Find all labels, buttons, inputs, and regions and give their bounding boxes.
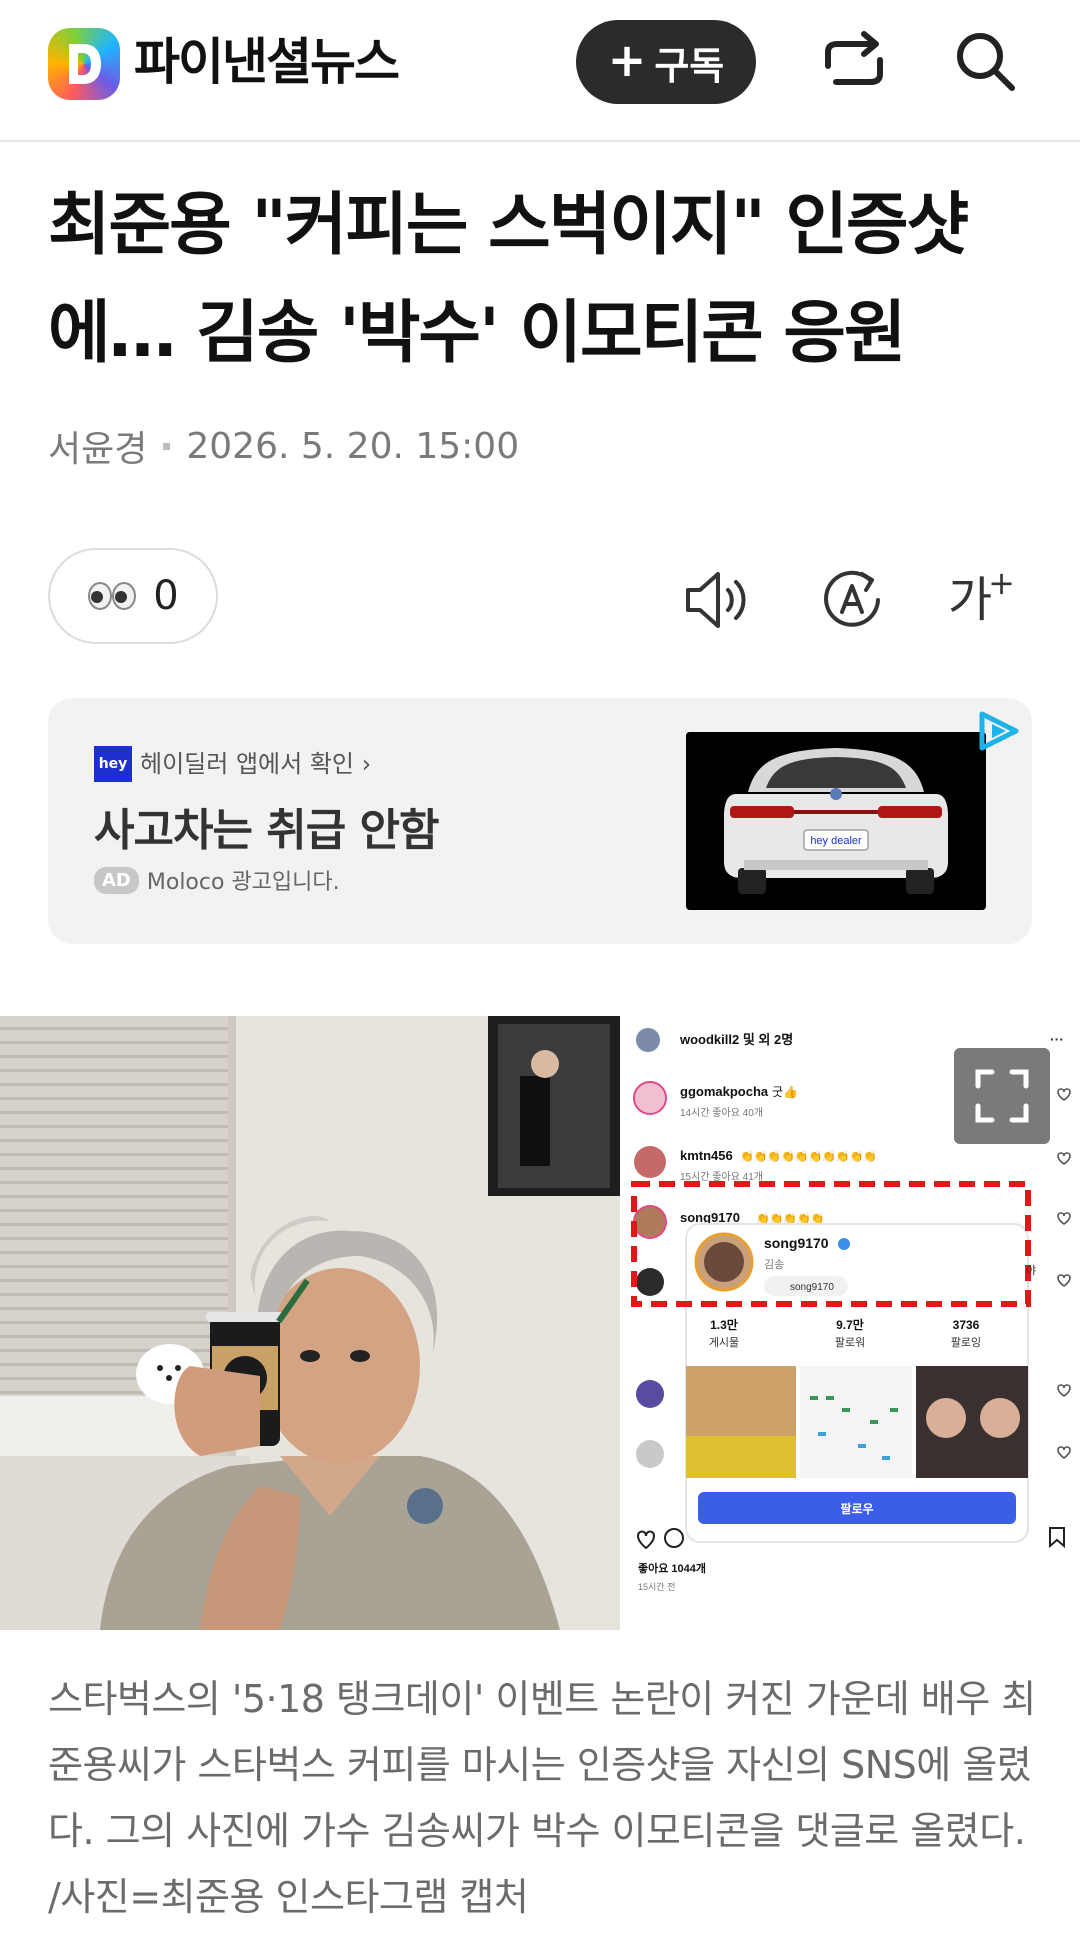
ig-stat-label-2: 팔로워: [835, 1336, 865, 1349]
ig-profile-username: song9170: [764, 1235, 829, 1251]
ad-source[interactable]: 헤이딜러 앱에서 확인 ›: [140, 746, 371, 782]
ig-time: 15시간 전: [638, 1582, 675, 1592]
logo-letter-icon: [69, 44, 101, 84]
ig-follow-button: 팔로우: [840, 1501, 873, 1516]
search-icon[interactable]: [950, 26, 1022, 98]
car-illustration: hey dealer: [686, 732, 986, 910]
eyes-icon: [88, 582, 137, 610]
license-plate-text: hey dealer: [810, 835, 862, 847]
share-icon[interactable]: [818, 26, 890, 98]
ig-stat-value-3: 3736: [953, 1318, 980, 1332]
subscribe-label: 구독: [654, 43, 725, 88]
plus-icon: +: [607, 33, 647, 87]
ig-profile-threads: song9170: [790, 1282, 834, 1293]
ig-comment-text-1: 굿👍: [772, 1085, 798, 1099]
font-size-icon[interactable]: 가+: [948, 562, 1024, 638]
ad-car-image[interactable]: hey dealer: [686, 732, 986, 910]
photo-caption: 스타벅스의 '5·18 탱크데이' 이벤트 논란이 커진 가운데 배우 최준용씨…: [48, 1677, 1036, 1919]
adchoices-icon[interactable]: [974, 708, 1024, 754]
article-photo[interactable]: woodkill2 및 외 2명 ··· ggomakpocha 굿👍 14시간…: [0, 1016, 1080, 1630]
ig-comment-meta-1: 14시간 좋아요 40개: [680, 1107, 763, 1119]
ig-profile-name: 김송: [764, 1258, 784, 1271]
brand-logo[interactable]: [48, 28, 120, 100]
ig-likes: 좋아요 1044개: [638, 1561, 706, 1575]
expand-photo-icon[interactable]: [954, 1048, 1050, 1144]
hey-dealer-logo: hey: [94, 746, 132, 782]
author-name[interactable]: 서윤경: [48, 420, 147, 472]
subscribe-button[interactable]: + 구독: [576, 20, 756, 104]
reaction-button[interactable]: 0: [48, 548, 218, 644]
ad-disclosure: AD Moloco 광고입니다.: [94, 864, 340, 896]
ig-comment-user-3: song9170: [680, 1210, 740, 1225]
speaker-icon[interactable]: [680, 562, 756, 638]
font-size-label: 가: [948, 572, 993, 628]
publish-datetime: 2026. 5. 20. 15:00: [186, 425, 520, 467]
ad-chip: AD: [94, 866, 139, 894]
ig-header-text: woodkill2 및 외 2명: [679, 1032, 793, 1047]
translate-icon[interactable]: [814, 562, 890, 638]
app-header: 파이낸셜뉴스 + 구독: [0, 0, 1080, 142]
byline: 서윤경 2026. 5. 20. 15:00: [48, 420, 519, 472]
ig-more-icon: ···: [1050, 1031, 1064, 1047]
reaction-count: 0: [153, 573, 179, 619]
brand-name[interactable]: 파이낸셜뉴스: [134, 30, 400, 94]
photo-left-person: [0, 1016, 620, 1630]
separator-dot: [163, 442, 171, 450]
ad-disclosure-text: Moloco 광고입니다.: [146, 870, 340, 895]
ig-comment-user-2: kmtn456: [680, 1148, 733, 1163]
ig-stat-value-1: 1.3만: [710, 1317, 738, 1332]
article-title: 최준용 "커피는 스벅이지" 인증샷에… 김송 '박수' 이모티콘 응원: [48, 186, 969, 373]
ig-stat-label-1: 게시물: [709, 1336, 739, 1349]
ad-banner[interactable]: hey 헤이딜러 앱에서 확인 › 사고차는 취급 안함 AD Moloco 광…: [48, 698, 1032, 944]
ig-comment-user-1: ggomakpocha: [680, 1084, 769, 1099]
ig-comment-text-2: 👏👏👏👏👏👏👏👏👏👏: [740, 1150, 877, 1163]
ig-stat-label-3: 팔로잉: [951, 1336, 981, 1349]
ig-stat-value-2: 9.7만: [836, 1317, 864, 1332]
ad-headline[interactable]: 사고차는 취급 안함: [94, 794, 439, 858]
ig-side-char: 야: [1026, 1264, 1036, 1277]
